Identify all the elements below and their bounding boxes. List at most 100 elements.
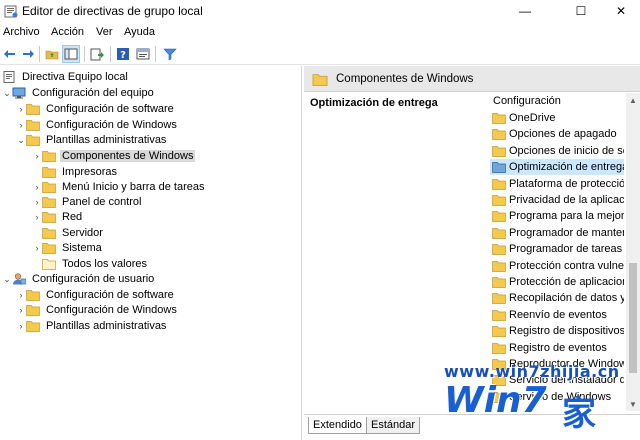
tree-label: Configuración de Windows <box>46 304 177 316</box>
list-item[interactable]: Recopilación de datos y ve <box>490 290 624 306</box>
chevron-right-icon[interactable]: › <box>16 302 26 318</box>
tree-item-cc-software[interactable]: › Configuración de software <box>16 101 176 117</box>
tree-label: Servidor <box>62 227 103 239</box>
folder-icon <box>42 182 56 193</box>
toolbar-separator <box>39 46 40 62</box>
folder-icon <box>42 243 56 254</box>
list-item[interactable]: Reenvío de eventos <box>490 307 624 323</box>
list-item[interactable]: Opciones de inicio de sesi <box>490 143 624 159</box>
folder-icon <box>42 167 56 178</box>
tree-label: Plantillas administrativas <box>46 134 167 146</box>
tree-item-cc-admin[interactable]: ⌄ Plantillas administrativas <box>16 132 168 148</box>
properties-icon[interactable] <box>134 45 152 63</box>
window-title: Editor de directivas de grupo local <box>22 4 203 18</box>
list-item[interactable]: Protección contra vulnera <box>490 258 624 274</box>
forward-arrow-icon[interactable] <box>19 45 37 63</box>
list-item[interactable]: Programa para la mejora d <box>490 208 624 224</box>
menu-accion[interactable]: Acción <box>51 26 84 38</box>
filter-icon[interactable] <box>161 45 179 63</box>
folder-icon <box>42 151 56 162</box>
toolbar-separator <box>110 46 111 62</box>
tree-item-user-config[interactable]: ⌄ Configuración de usuario <box>2 271 156 287</box>
tree-item-root[interactable]: Directiva Equipo local <box>2 69 130 85</box>
tree-label: Impresoras <box>62 166 118 178</box>
chevron-right-icon[interactable]: › <box>16 117 26 133</box>
folder-icon <box>492 211 506 223</box>
list-item-label: Programador de mantenir <box>509 226 624 239</box>
details-header: Componentes de Windows <box>304 66 640 92</box>
chevron-right-icon[interactable]: › <box>16 101 26 117</box>
watermark-logo: Win7 <box>444 380 547 421</box>
show-hide-tree-icon[interactable] <box>62 45 80 63</box>
tree-item-all-settings[interactable]: Todos los valores <box>32 256 149 272</box>
list-item-label: Programador de tareas <box>509 243 623 256</box>
folder-icon <box>492 309 506 321</box>
list-item-label: Programa para la mejora d <box>509 210 624 223</box>
menu-ayuda[interactable]: Ayuda <box>124 26 155 38</box>
column-header-setting[interactable]: Configuración <box>493 95 561 107</box>
folder-icon <box>26 120 40 131</box>
list-item-label: Reenvío de eventos <box>509 308 607 321</box>
settings-list-icon <box>42 259 56 270</box>
chevron-down-icon[interactable]: ⌄ <box>2 271 12 287</box>
chevron-right-icon[interactable]: › <box>16 287 26 303</box>
tree-label: Componentes de Windows <box>60 150 196 162</box>
chevron-right-icon[interactable]: › <box>32 240 42 256</box>
list-item[interactable]: OneDrive <box>490 110 624 126</box>
tree-label: Configuración del equipo <box>32 87 154 99</box>
tree-item-uc-windows[interactable]: › Configuración de Windows <box>16 302 179 318</box>
chevron-right-icon[interactable]: › <box>16 318 26 334</box>
scroll-thumb[interactable] <box>629 263 637 373</box>
menu-ver[interactable]: Ver <box>96 26 113 38</box>
list-item[interactable]: Programador de mantenir <box>490 225 624 241</box>
folder-icon <box>492 195 506 206</box>
help-icon[interactable]: ? <box>114 45 132 63</box>
folder-icon <box>492 227 506 239</box>
folder-icon <box>26 104 40 115</box>
up-folder-icon[interactable] <box>43 45 61 63</box>
list-item[interactable]: Plataforma de protección <box>490 176 624 192</box>
tab-extendido[interactable]: Extendido <box>308 417 367 434</box>
tree-label: Plantillas administrativas <box>46 320 167 332</box>
tree-item-uc-admin[interactable]: › Plantillas administrativas <box>16 318 168 334</box>
tree-item-cc-windows[interactable]: › Configuración de Windows <box>16 117 179 133</box>
chevron-right-icon[interactable]: › <box>32 148 42 164</box>
tree-item-control-panel[interactable]: › Panel de control <box>32 194 144 210</box>
tree-pane[interactable]: Directiva Equipo local ⌄ Configuración d… <box>0 66 302 440</box>
minimize-button[interactable]: — <box>502 0 548 22</box>
chevron-right-icon[interactable]: › <box>32 194 42 210</box>
watermark-url: www.win7zhijia.cn <box>444 362 620 381</box>
close-button[interactable]: ✕ <box>598 0 640 22</box>
chevron-down-icon[interactable]: ⌄ <box>2 85 12 101</box>
folder-icon <box>492 326 506 338</box>
folder-icon <box>492 342 506 354</box>
tree-item-system[interactable]: › Sistema <box>32 240 104 256</box>
policy-editor-icon <box>4 5 18 18</box>
tree-item-server[interactable]: Servidor <box>32 225 105 241</box>
tree-item-printers[interactable]: Impresoras <box>32 164 119 180</box>
tree-item-uc-software[interactable]: › Configuración de software <box>16 287 176 303</box>
tree-label: Todos los valores <box>62 258 147 270</box>
list-item[interactable]: Privacidad de la aplicación <box>490 192 624 208</box>
chevron-right-icon[interactable]: › <box>32 209 42 225</box>
export-list-icon[interactable] <box>88 45 106 63</box>
list-item[interactable]: Opciones de apagado <box>490 126 624 142</box>
menu-archivo[interactable]: Archivo <box>3 26 40 38</box>
back-arrow-icon[interactable] <box>1 45 19 63</box>
list-item[interactable]: Registro de dispositivos <box>490 323 624 339</box>
chevron-right-icon[interactable]: › <box>32 179 42 195</box>
tab-estandar[interactable]: Estándar <box>366 417 421 434</box>
tree-item-network[interactable]: › Red <box>32 209 84 225</box>
user-icon <box>13 273 26 285</box>
tree-label: Sistema <box>62 242 102 254</box>
list-item[interactable]: Optimización de entrega <box>490 159 624 176</box>
tree-item-windows-components[interactable]: › Componentes de Windows <box>32 148 196 164</box>
scroll-up-icon[interactable]: ▲ <box>626 93 640 107</box>
list-item[interactable]: Registro de eventos <box>490 340 624 356</box>
list-item[interactable]: Programador de tareas <box>490 241 624 257</box>
tree-item-computer-config[interactable]: ⌄ Configuración del equipo <box>2 85 156 101</box>
folder-icon <box>492 293 506 305</box>
list-item[interactable]: Protección de aplicacione <box>490 274 624 290</box>
tree-item-start-menu[interactable]: › Menú Inicio y barra de tareas <box>32 179 206 195</box>
chevron-down-icon[interactable]: ⌄ <box>16 132 26 148</box>
